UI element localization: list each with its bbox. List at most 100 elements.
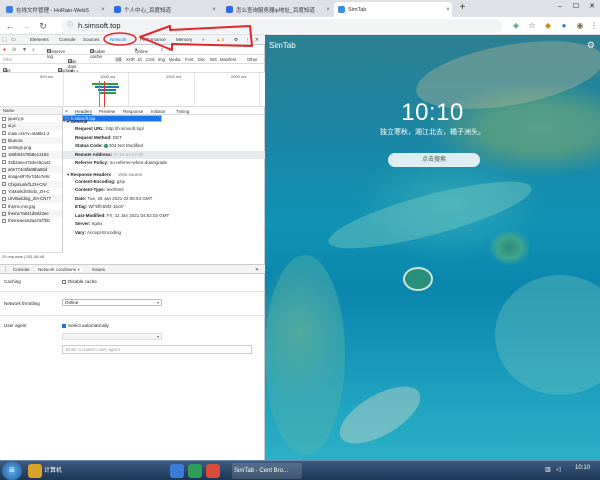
tab-response[interactable]: Response (123, 109, 143, 114)
app-icon[interactable] (206, 464, 220, 478)
tab-preview[interactable]: Preview (99, 109, 115, 114)
warning-count[interactable]: ▲ 5 (216, 37, 224, 42)
tab-initiator[interactable]: Initiator (151, 109, 166, 114)
tab-file-manager[interactable]: 在线文件管理 - HoRain-WebS × (2, 2, 107, 17)
drawer-menu-icon[interactable]: ⋮ (3, 267, 8, 273)
general-section-title[interactable]: ▾ General (63, 118, 265, 125)
close-window-button[interactable]: ✕ (584, 0, 600, 13)
filter-type-all[interactable]: All (115, 57, 122, 62)
filter-type-ws[interactable]: WS (210, 57, 217, 62)
close-devtools-icon[interactable]: ✕ (255, 37, 259, 43)
volume-tray-icon[interactable]: ◁ (556, 466, 561, 473)
filter-input[interactable]: Filter (3, 57, 12, 62)
inspect-icon[interactable]: ⬚ (2, 37, 7, 43)
tab-sources[interactable]: Sources (83, 37, 100, 42)
kebab-menu-icon[interactable]: ⋮ (588, 20, 600, 32)
throttle-select[interactable]: Online ▾ (135, 47, 148, 54)
file-explorer-icon[interactable] (28, 464, 42, 478)
bookmark-star-icon[interactable]: ☆ (526, 20, 538, 32)
request-list-header[interactable]: Name (0, 107, 62, 115)
start-button[interactable]: ⊞ (2, 462, 22, 480)
tab-timing[interactable]: Timing (176, 109, 189, 114)
tab-drawer-console[interactable]: Console (13, 267, 30, 272)
tab-simtab[interactable]: SimTab × (334, 2, 452, 17)
tab-baidu-zhidao-center[interactable]: 个人中心_百度知道 × (110, 2, 218, 17)
maximize-button[interactable]: ☐ (568, 0, 584, 13)
request-row[interactable]: Chipmunk/fLZH-CN/ (0, 180, 62, 188)
close-icon[interactable]: × (444, 7, 452, 13)
tab-memory[interactable]: Memory (176, 37, 192, 42)
clear-icon[interactable]: ⊘ (12, 47, 16, 53)
request-row[interactable]: jquery.js (0, 115, 62, 122)
new-tab-button[interactable]: + (457, 2, 468, 13)
request-row[interactable]: settings.png (0, 144, 62, 151)
address-bar[interactable]: ⓘ h.simsoft.top (62, 19, 502, 33)
filter-funnel-icon[interactable]: ▼ (22, 47, 27, 53)
request-row[interactable]: theme.min.jpg (0, 203, 62, 210)
minimize-button[interactable]: – (552, 0, 568, 13)
filter-type-css[interactable]: CSS (146, 57, 155, 62)
request-row[interactable]: YoMarkd/Shido_ZH-C (0, 188, 62, 195)
taskbar-computer[interactable]: 计算机 (42, 463, 102, 479)
settings-gear-icon[interactable]: ⚙ (587, 40, 595, 51)
tab-network[interactable]: Network (110, 37, 127, 42)
more-tabs-button[interactable]: » (202, 37, 205, 42)
search-button[interactable]: 点击搜索 (388, 153, 480, 167)
request-row[interactable]: images9?0v7d4e7e9c (0, 173, 62, 180)
network-overview-timeline[interactable]: 500 ms 1000 ms 1500 ms 2000 ms (0, 73, 265, 107)
close-drawer-icon[interactable]: ✕ (255, 267, 259, 273)
request-row[interactable]: theme?a041d5022ee (0, 209, 62, 218)
filter-type-media[interactable]: Media (169, 57, 180, 62)
record-icon[interactable]: ● (3, 47, 6, 53)
extension-icon[interactable]: ◆ (542, 20, 554, 32)
back-button[interactable]: ← (4, 20, 16, 32)
request-row[interactable]: bluecss (0, 136, 62, 145)
filter-type-doc[interactable]: Doc (198, 57, 205, 62)
response-headers-title[interactable]: ▾ Response Headers view source (63, 171, 265, 178)
request-row[interactable]: UIVBuilding_ZH-CN77 (0, 195, 62, 203)
request-row[interactable]: main.css?v=stable1.2 (0, 130, 62, 137)
network-tray-icon[interactable]: ▥ (545, 466, 551, 473)
reload-button[interactable]: ↻ (37, 20, 49, 32)
view-source-link[interactable]: view source (118, 172, 142, 177)
request-row[interactable]: 33b2aee4754ec5ca42 (0, 159, 62, 166)
ua-auto-option[interactable]: Select automatically (62, 323, 109, 328)
close-icon[interactable]: × (210, 7, 218, 13)
filter-type-other[interactable]: Other (247, 57, 257, 62)
settings-gear-icon[interactable]: ⚙ (234, 37, 238, 43)
request-row[interactable]: themeae162aa7af7bb (0, 217, 62, 224)
ua-custom-input[interactable]: Enter a custom user agent (62, 345, 252, 354)
filter-type-js[interactable]: JS (137, 57, 142, 62)
app-icon[interactable] (170, 464, 184, 478)
disable-cache-option[interactable]: Disable cache (62, 279, 97, 284)
shield-icon[interactable]: ◈ (510, 20, 522, 32)
tab-elements[interactable]: Elements (30, 37, 49, 42)
close-details-icon[interactable]: × (65, 109, 68, 115)
close-icon[interactable]: × (99, 7, 107, 13)
request-row[interactable]: ui.js (0, 122, 62, 130)
app-icon[interactable] (188, 464, 202, 478)
tab-baidu-zhidao-ip[interactable]: 怎么查询服务器ip地址_百度知道 × (222, 2, 332, 17)
devtools-menu-icon[interactable]: ⋮ (245, 37, 250, 43)
export-icon[interactable]: ⇩ (168, 47, 172, 53)
taskbar-chrome[interactable]: SimTab - Cent Bro... (232, 463, 302, 479)
device-toolbar-icon[interactable]: ▭ (11, 37, 16, 43)
import-icon[interactable]: ⇧ (160, 47, 164, 53)
filter-type-manifest[interactable]: Manifest (220, 57, 236, 62)
extension-b-icon[interactable]: ● (558, 20, 570, 32)
tab-console[interactable]: Console (59, 37, 76, 42)
tab-headers[interactable]: Headers (75, 109, 93, 115)
filter-type-font[interactable]: Font (185, 57, 193, 62)
info-icon[interactable]: ⓘ (67, 19, 73, 33)
forward-button[interactable]: → (20, 20, 32, 32)
request-row[interactable]: a0e774c6fa06ba56d (0, 166, 62, 174)
request-row[interactable]: 180b84478b8e12183 (0, 151, 62, 159)
tab-issues[interactable]: Issues (92, 267, 105, 272)
throttling-select[interactable]: Online ▾ (62, 299, 162, 306)
tab-network-conditions[interactable]: Network conditions × (36, 267, 82, 272)
profile-avatar-icon[interactable]: ◉ (574, 20, 586, 32)
tab-performance[interactable]: Performance (140, 37, 166, 42)
search-icon[interactable]: ⌕ (32, 47, 35, 53)
filter-type-img[interactable]: Img (158, 57, 165, 62)
filter-type-xhr[interactable]: XHR (126, 57, 135, 62)
